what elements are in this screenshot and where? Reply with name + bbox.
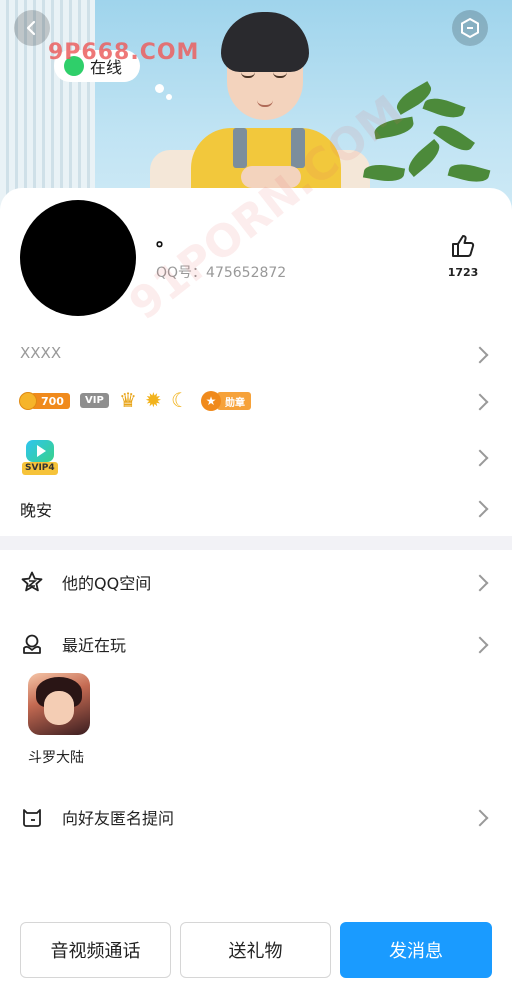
avatar[interactable] bbox=[20, 200, 136, 316]
game-icon-douluo[interactable] bbox=[28, 673, 90, 735]
online-dot-icon bbox=[64, 56, 84, 76]
more-options-button[interactable] bbox=[452, 10, 488, 46]
online-status-label: 在线 bbox=[90, 58, 123, 77]
badges-row[interactable]: 700 VIP ♛ ✹ ☾ ★ 勋章 bbox=[0, 386, 512, 416]
coin-icon bbox=[19, 392, 37, 410]
chevron-right-icon bbox=[471, 500, 489, 518]
chevron-right-icon bbox=[471, 346, 489, 364]
game-name: 斗罗大陆 bbox=[28, 750, 84, 766]
like-button[interactable]: 1723 bbox=[445, 234, 481, 279]
back-button[interactable] bbox=[14, 10, 50, 46]
game-location-icon bbox=[23, 634, 41, 654]
recent-play-label: 最近在玩 bbox=[62, 636, 127, 655]
section-divider bbox=[0, 536, 512, 550]
cover-avatar-figure[interactable] bbox=[185, 8, 345, 198]
chevron-right-icon bbox=[471, 449, 489, 467]
nickname: 。 bbox=[156, 230, 174, 251]
hexagon-settings-icon bbox=[461, 17, 479, 39]
qzone-label: 他的QQ空间 bbox=[62, 574, 152, 593]
svip-icon: SVIP4 bbox=[22, 440, 62, 476]
av-call-button[interactable]: 音视频通话 bbox=[20, 922, 171, 978]
anonymous-question-link[interactable]: 向好友匿名提问 bbox=[0, 797, 512, 837]
chevron-right-icon bbox=[471, 574, 489, 592]
thumbs-up-icon bbox=[452, 235, 475, 257]
recent-play-link[interactable]: 最近在玩 bbox=[0, 624, 512, 664]
chevron-right-icon bbox=[471, 393, 489, 411]
qq-number[interactable]: QQ号：475652872 bbox=[156, 262, 286, 282]
vip-badge: VIP bbox=[80, 393, 109, 408]
sun-icon: ✹ bbox=[145, 388, 162, 412]
bubble-tail-small bbox=[166, 94, 172, 100]
svip-level-label: SVIP4 bbox=[22, 462, 58, 475]
bubble-tail bbox=[155, 84, 164, 93]
signature-row[interactable]: XXXX bbox=[0, 340, 512, 370]
like-count: 1723 bbox=[447, 266, 479, 279]
svip-row[interactable]: SVIP4 bbox=[0, 438, 512, 478]
profile-cover bbox=[0, 0, 512, 215]
chevron-right-icon bbox=[471, 636, 489, 654]
online-status-bubble[interactable]: 在线 bbox=[54, 50, 141, 82]
send-gift-button[interactable]: 送礼物 bbox=[180, 922, 331, 978]
cat-ask-icon bbox=[23, 809, 41, 827]
anonymous-question-label: 向好友匿名提问 bbox=[62, 809, 175, 828]
send-message-button[interactable]: 发消息 bbox=[340, 922, 492, 978]
medal-badge: 勋章 bbox=[217, 392, 251, 410]
crown-icon: ♛ bbox=[119, 388, 137, 412]
status-message: 晚安 bbox=[20, 501, 53, 520]
chevron-right-icon bbox=[471, 809, 489, 827]
qzone-link[interactable]: 他的QQ空间 bbox=[0, 562, 512, 602]
moon-icon: ☾ bbox=[171, 388, 189, 412]
signature-text: XXXX bbox=[20, 344, 62, 362]
medal-icon: ★ bbox=[201, 391, 221, 411]
star-outline-icon bbox=[21, 571, 43, 592]
chevron-left-icon bbox=[26, 20, 36, 36]
status-message-row[interactable]: 晚安 bbox=[0, 494, 512, 522]
